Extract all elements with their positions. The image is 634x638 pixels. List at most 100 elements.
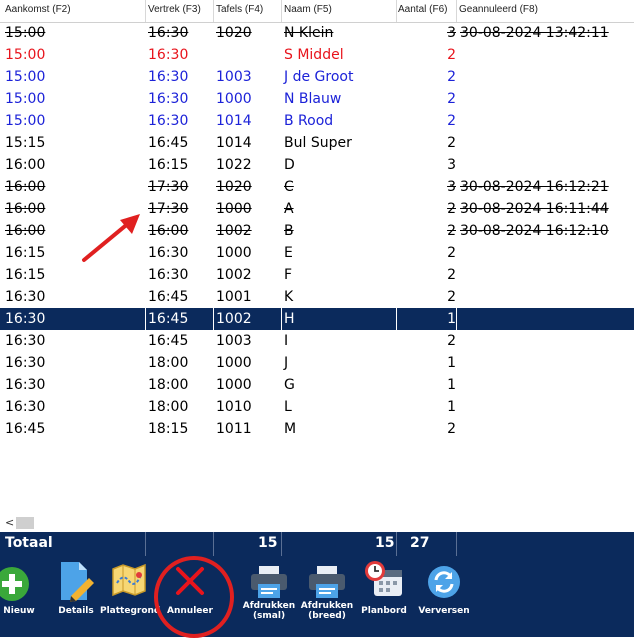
plattegrond-label: Plattegrond bbox=[100, 606, 161, 616]
totals-divider bbox=[396, 532, 397, 556]
col-divider[interactable] bbox=[213, 0, 214, 22]
cell-tafels: 1000 bbox=[216, 201, 252, 217]
cell-naam: H bbox=[284, 311, 295, 327]
cell-vertrek: 16:45 bbox=[148, 289, 189, 305]
table-row[interactable]: 16:30 16:45 1001 K 2 bbox=[0, 286, 634, 308]
cell-aantal: 2 bbox=[447, 69, 456, 85]
cell-tafels: 1020 bbox=[216, 179, 252, 195]
cell-aantal: 1 bbox=[447, 311, 456, 327]
cell-vertrek: 16:30 bbox=[148, 69, 189, 85]
nieuw-button[interactable]: Nieuw bbox=[0, 556, 38, 637]
table-row[interactable]: 16:15 16:30 1002 F 2 bbox=[0, 264, 634, 286]
totals-divider bbox=[281, 532, 282, 556]
table-row[interactable]: 16:00 16:15 1022 D 3 bbox=[0, 154, 634, 176]
cell-vertrek: 16:30 bbox=[148, 113, 189, 129]
planbord-button[interactable]: Planbord bbox=[358, 556, 410, 637]
table-row[interactable]: 16:45 18:15 1011 M 2 bbox=[0, 418, 634, 440]
grid-header: Aankomst (F2) Vertrek (F3) Tafels (F4) N… bbox=[0, 0, 634, 23]
annotation-circle bbox=[154, 556, 234, 638]
cell-divider bbox=[456, 308, 457, 330]
cell-naam: F bbox=[284, 267, 293, 283]
cell-aantal: 2 bbox=[447, 47, 456, 63]
cell-tafels: 1002 bbox=[216, 311, 252, 327]
col-divider[interactable] bbox=[396, 0, 397, 22]
cell-aantal: 2 bbox=[447, 223, 456, 239]
cell-geannuleerd: 30-08-2024 13:42:11 bbox=[460, 25, 609, 41]
table-row[interactable]: 15:00 16:30 1000 N Blauw 2 bbox=[0, 88, 634, 110]
plattegrond-button[interactable]: Plattegrond bbox=[100, 556, 161, 637]
totals-tafels: 15 bbox=[258, 535, 278, 551]
col-header-tafels[interactable]: Tafels (F4) bbox=[216, 4, 263, 15]
cell-tafels: 1000 bbox=[216, 355, 252, 371]
scroll-left-icon[interactable]: < bbox=[5, 516, 14, 529]
table-row[interactable]: 15:15 16:45 1014 Bul Super 2 bbox=[0, 132, 634, 154]
cell-aankomst: 15:00 bbox=[5, 47, 46, 63]
table-row[interactable]: 15:00 16:30 S Middel 2 bbox=[0, 44, 634, 66]
cell-aantal: 2 bbox=[447, 289, 456, 305]
calendar-clock-icon bbox=[365, 561, 402, 596]
table-row[interactable]: 15:00 16:30 1020 N Klein 3 30-08-2024 13:42:1… bbox=[0, 22, 634, 44]
cell-vertrek: 16:30 bbox=[148, 91, 189, 107]
cell-aankomst: 15:00 bbox=[5, 25, 46, 41]
cell-aantal: 2 bbox=[447, 91, 456, 107]
col-header-vertrek[interactable]: Vertrek (F3) bbox=[148, 4, 201, 15]
cell-naam: D bbox=[284, 157, 295, 173]
cell-aankomst: 16:00 bbox=[5, 201, 46, 217]
cell-aantal: 1 bbox=[447, 377, 456, 393]
table-row[interactable]: 16:30 18:00 1000 G 1 bbox=[0, 374, 634, 396]
col-header-aankomst[interactable]: Aankomst (F2) bbox=[5, 4, 71, 15]
refresh-icon bbox=[428, 566, 460, 598]
cell-aankomst: 15:00 bbox=[5, 69, 46, 85]
cell-tafels: 1000 bbox=[216, 91, 252, 107]
table-row[interactable]: 16:30 18:00 1010 L 1 bbox=[0, 396, 634, 418]
cell-vertrek: 18:15 bbox=[148, 421, 189, 437]
cell-aankomst: 16:30 bbox=[5, 311, 46, 327]
cell-aankomst: 16:30 bbox=[5, 355, 46, 371]
col-divider[interactable] bbox=[281, 0, 282, 22]
table-row[interactable]: 15:00 16:30 1014 B Rood 2 bbox=[0, 110, 634, 132]
cell-tafels: 1003 bbox=[216, 333, 252, 349]
cell-vertrek: 17:30 bbox=[148, 179, 189, 195]
horizontal-scrollbar[interactable]: < bbox=[0, 514, 634, 532]
table-row[interactable]: 16:30 16:45 1003 I 2 bbox=[0, 330, 634, 352]
verversen-button[interactable]: Verversen bbox=[414, 556, 474, 637]
details-label: Details bbox=[58, 606, 94, 616]
cell-vertrek: 16:30 bbox=[148, 47, 189, 63]
cell-aankomst: 16:00 bbox=[5, 179, 46, 195]
table-row[interactable]: 16:00 17:30 1020 C 3 30-08-2024 16:12:21 bbox=[0, 176, 634, 198]
cell-geannuleerd: 30-08-2024 16:12:10 bbox=[460, 223, 609, 239]
col-header-aantal[interactable]: Aantal (F6) bbox=[398, 4, 447, 15]
cell-tafels: 1014 bbox=[216, 113, 252, 129]
afdrukken-breed-button[interactable]: Afdrukken (breed) bbox=[298, 556, 356, 637]
cell-vertrek: 18:00 bbox=[148, 355, 189, 371]
col-divider[interactable] bbox=[456, 0, 457, 22]
cell-naam: B bbox=[284, 223, 294, 239]
nieuw-label: Nieuw bbox=[3, 606, 35, 616]
col-header-geannuleerd[interactable]: Geannuleerd (F8) bbox=[459, 4, 538, 15]
table-row[interactable]: 16:30 16:45 1002 H 1 bbox=[0, 308, 634, 330]
col-divider[interactable] bbox=[145, 0, 146, 22]
printer-icon bbox=[251, 566, 287, 598]
verversen-label: Verversen bbox=[418, 606, 470, 616]
col-header-naam[interactable]: Naam (F5) bbox=[284, 4, 332, 15]
cell-vertrek: 18:00 bbox=[148, 377, 189, 393]
cell-tafels: 1000 bbox=[216, 245, 252, 261]
cell-aankomst: 16:30 bbox=[5, 377, 46, 393]
details-button[interactable]: Details bbox=[52, 556, 100, 637]
cell-geannuleerd: 30-08-2024 16:12:21 bbox=[460, 179, 609, 195]
afdrukken-smal-button[interactable]: Afdrukken (smal) bbox=[240, 556, 298, 637]
cell-aankomst: 15:00 bbox=[5, 113, 46, 129]
table-row[interactable]: 16:30 18:00 1000 J 1 bbox=[0, 352, 634, 374]
cell-tafels: 1010 bbox=[216, 399, 252, 415]
afdrukken-breed-label-2: (breed) bbox=[308, 611, 346, 621]
cell-geannuleerd: 30-08-2024 16:11:44 bbox=[460, 201, 609, 217]
cell-naam: B Rood bbox=[284, 113, 334, 129]
cell-naam: S Middel bbox=[284, 47, 344, 63]
scroll-thumb[interactable] bbox=[16, 517, 34, 529]
table-row[interactable]: 15:00 16:30 1003 J de Groot 2 bbox=[0, 66, 634, 88]
cell-aantal: 2 bbox=[447, 421, 456, 437]
printer-icon bbox=[309, 566, 345, 598]
cell-vertrek: 16:30 bbox=[148, 267, 189, 283]
totals-divider bbox=[145, 532, 146, 556]
cell-tafels: 1020 bbox=[216, 25, 252, 41]
